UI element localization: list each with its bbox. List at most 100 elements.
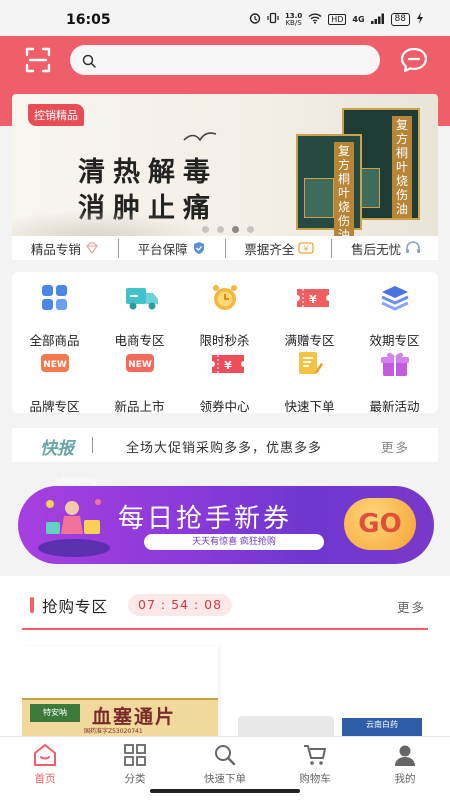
shield-icon	[192, 241, 206, 255]
scan-icon[interactable]	[24, 46, 52, 74]
svg-text:NEW: NEW	[128, 360, 152, 370]
coupon-small-label: shopping	[56, 476, 98, 486]
carousel-dot[interactable]	[247, 226, 254, 233]
carousel-dots	[202, 226, 254, 233]
search-icon	[82, 53, 96, 68]
sale-divider	[22, 628, 428, 630]
shopper-illustration	[38, 499, 110, 557]
svg-text:NEW: NEW	[43, 360, 67, 370]
category-grid: 全部商品 电商专区 限时秒杀 ¥ 满赠专区 效期专区 NEW 品牌专区 NEW	[12, 272, 438, 414]
carousel-dot[interactable]	[217, 226, 224, 233]
bird-icon	[183, 132, 217, 142]
carousel-dot[interactable]	[202, 226, 209, 233]
promo-banner[interactable]: 控销精品 清热解毒 消肿止痛 复方桐叶烧伤油 复方桐叶烧伤油	[12, 94, 438, 240]
hd-badge: HD	[328, 14, 347, 25]
tab-label: 我的	[394, 773, 416, 785]
coupon-banner[interactable]: shopping 每日抢手新券 天天有惊喜 疯狂抢购 GO	[14, 476, 438, 572]
svg-text:¥: ¥	[304, 245, 309, 254]
tab-label: 分类	[124, 773, 146, 785]
news-divider	[92, 437, 93, 453]
tab-label: 快速下单	[204, 773, 246, 785]
coupon-subtitle: 天天有惊喜 疯狂抢购	[144, 534, 324, 550]
category-label: 品牌专区	[29, 399, 80, 414]
product-box-front-label	[304, 178, 334, 218]
search-box[interactable]	[70, 45, 380, 75]
tab-label: 首页	[34, 773, 56, 785]
grid-icon	[40, 284, 70, 312]
headset-icon	[405, 241, 421, 255]
product-approval-number: 国药准字Z53020741	[84, 728, 143, 735]
banner-tag: 控销精品	[28, 104, 84, 126]
banner-line-1: 清热解毒	[78, 157, 218, 188]
search-input[interactable]	[102, 50, 362, 70]
layers-icon	[380, 284, 410, 312]
tab-home[interactable]: 首页	[0, 743, 90, 786]
sale-title: 抢购专区	[42, 598, 109, 616]
category-label: 快速下单	[284, 399, 335, 414]
user-icon	[392, 743, 418, 767]
feature-item: 售后无忧	[331, 238, 438, 258]
product-box-back-title: 复方桐叶烧伤油	[392, 116, 412, 218]
coupon-title: 每日抢手新券	[118, 504, 293, 534]
product-box-front: 复方桐叶烧伤油	[296, 134, 362, 240]
section-accent-bar	[30, 597, 34, 613]
diamond-icon	[85, 241, 99, 255]
cart-icon	[302, 743, 328, 767]
coupon-go-button[interactable]: GO	[344, 498, 416, 550]
product-card[interactable]: 云南白药	[342, 718, 422, 736]
charging-icon	[416, 12, 424, 27]
tab-label: 购物车	[299, 773, 331, 785]
battery-icon: 88	[390, 13, 410, 26]
category-label: 新品上市	[114, 399, 165, 414]
home-indicator	[150, 789, 300, 793]
message-icon[interactable]	[400, 47, 428, 73]
news-title: 快报	[40, 439, 74, 459]
wifi-icon	[308, 12, 322, 27]
category-icon	[122, 743, 148, 767]
tab-category[interactable]: 分类	[90, 743, 180, 786]
search-icon	[212, 743, 238, 767]
product-brand: 特安呐	[30, 704, 80, 722]
network-speed: 13.0 KB/S	[285, 12, 302, 27]
sale-more-link[interactable]: 更多	[397, 597, 426, 616]
network-speed-unit: KB/S	[285, 18, 302, 27]
news-more-link[interactable]: 更多	[381, 437, 410, 456]
truck-icon	[125, 284, 158, 312]
status-time: 16:05	[66, 12, 111, 28]
feature-label: 精品专销	[30, 241, 81, 257]
ticket-icon: ¥	[210, 350, 244, 378]
feature-label: 售后无忧	[351, 241, 402, 257]
feature-item: 精品专销	[12, 239, 118, 258]
category-label: 电商专区	[114, 333, 165, 348]
tab-cart[interactable]: 购物车	[270, 743, 360, 786]
category-label: 满赠专区	[284, 333, 335, 348]
header	[0, 36, 450, 86]
feature-item: 票据齐全 ¥	[224, 238, 332, 258]
news-text[interactable]: 全场大促销采购多多，优惠多多	[126, 437, 322, 456]
gift-icon	[380, 350, 410, 378]
sale-countdown: 07 : 54 : 08	[128, 594, 233, 616]
home-icon	[32, 743, 58, 767]
flash-news-bar[interactable]: 快报 全场大促销采购多多，优惠多多 更多	[12, 428, 438, 462]
signal-label: 4G	[352, 15, 365, 24]
category-label: 领券中心	[199, 399, 250, 414]
alarm-clock-icon	[210, 284, 240, 312]
svg-text:¥: ¥	[224, 359, 232, 372]
feature-label: 票据齐全	[244, 241, 295, 257]
signal-icon	[370, 13, 385, 27]
coupon-icon: ¥	[295, 284, 329, 312]
category-label: 效期专区	[369, 333, 420, 348]
category-label: 限时秒杀	[199, 333, 250, 348]
svg-text:¥: ¥	[309, 293, 317, 306]
tab-profile[interactable]: 我的	[360, 743, 450, 786]
tab-quick-order[interactable]: 快速下单	[180, 743, 270, 786]
status-icons: 13.0 KB/S HD 4G 88	[249, 12, 424, 27]
carousel-dot-active[interactable]	[232, 226, 239, 233]
category-label: 最新活动	[369, 399, 420, 414]
product-card[interactable]	[238, 716, 334, 736]
product-card[interactable]: 特安呐 血塞通片 国药准字Z53020741	[22, 646, 218, 738]
feature-item: 平台保障	[117, 238, 225, 258]
new-badge-icon: NEW	[125, 350, 155, 378]
product-box-front-title: 复方桐叶烧伤油	[334, 142, 354, 240]
flash-sale-section: 抢购专区 07 : 54 : 08 更多 特安呐 血塞通片 国药准字Z53020…	[0, 576, 450, 738]
